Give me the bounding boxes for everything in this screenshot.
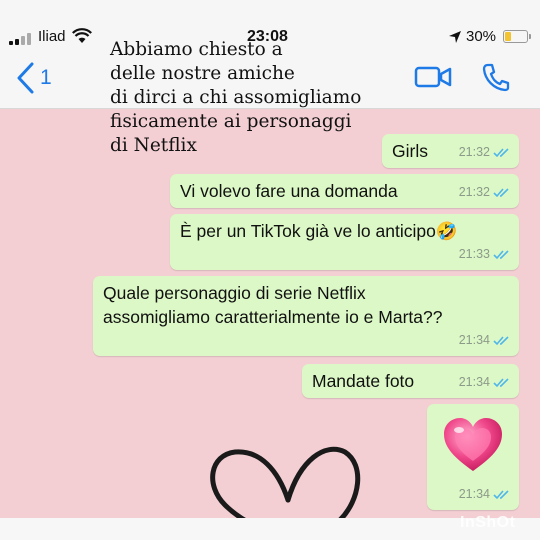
message-bubble[interactable]: Quale personaggio di serie Netflix assom… (93, 276, 519, 356)
message-text: È per un TikTok già ve lo anticipo🤣 (180, 221, 458, 241)
message-time: 21:33 (458, 247, 490, 261)
location-arrow-icon (449, 31, 461, 43)
message-time: 21:34 (458, 487, 490, 501)
read-receipt-icon (493, 147, 509, 157)
message-bubble[interactable]: Mandate foto 21:34 (302, 364, 519, 398)
video-caption-overlay: Abbiamo chiesto a delle nostre amiche di… (110, 39, 362, 156)
wifi-icon (72, 28, 92, 43)
message-meta: 21:34 (459, 482, 511, 506)
message-time: 21:32 (458, 145, 490, 159)
message-meta: 21:34 (459, 328, 511, 352)
message-text: Girls (392, 141, 428, 161)
message-meta: 21:32 (459, 180, 511, 204)
carrier-name: Iliad (38, 28, 66, 45)
message-meta: 21:34 (459, 370, 511, 394)
message-text: Vi volevo fare una domanda (180, 181, 398, 201)
bottom-strip (0, 518, 540, 540)
message-bubble[interactable]: È per un TikTok già ve lo anticipo🤣 21:3… (170, 214, 519, 270)
message-meta: 21:33 (459, 242, 511, 266)
unread-count[interactable]: 1 (40, 66, 52, 90)
battery-percentage: 30% (466, 28, 497, 45)
inshot-watermark: InShOt (460, 514, 516, 531)
message-time: 21:34 (458, 333, 490, 347)
read-receipt-icon (493, 489, 509, 499)
message-bubble[interactable]: Girls 21:32 (382, 134, 519, 168)
battery-icon (503, 30, 531, 43)
read-receipt-icon (493, 187, 509, 197)
battery-level (505, 32, 511, 41)
read-receipt-icon (493, 335, 509, 345)
message-text: Quale personaggio di serie Netflix assom… (103, 283, 443, 327)
sparkling-heart-emoji-icon (444, 418, 502, 471)
message-meta: 21:32 (459, 140, 511, 164)
phone-call-icon[interactable] (482, 62, 510, 92)
read-receipt-icon (493, 377, 509, 387)
message-text: Mandate foto (312, 371, 415, 391)
message-time: 21:34 (458, 375, 490, 389)
cellular-signal-icon (9, 33, 35, 45)
message-bubble[interactable]: Vi volevo fare una domanda 21:32 (170, 174, 519, 208)
video-call-icon[interactable] (414, 63, 452, 91)
read-receipt-icon (493, 249, 509, 259)
message-time: 21:32 (458, 185, 490, 199)
emoji-message-bubble[interactable]: 21:34 (427, 404, 519, 510)
